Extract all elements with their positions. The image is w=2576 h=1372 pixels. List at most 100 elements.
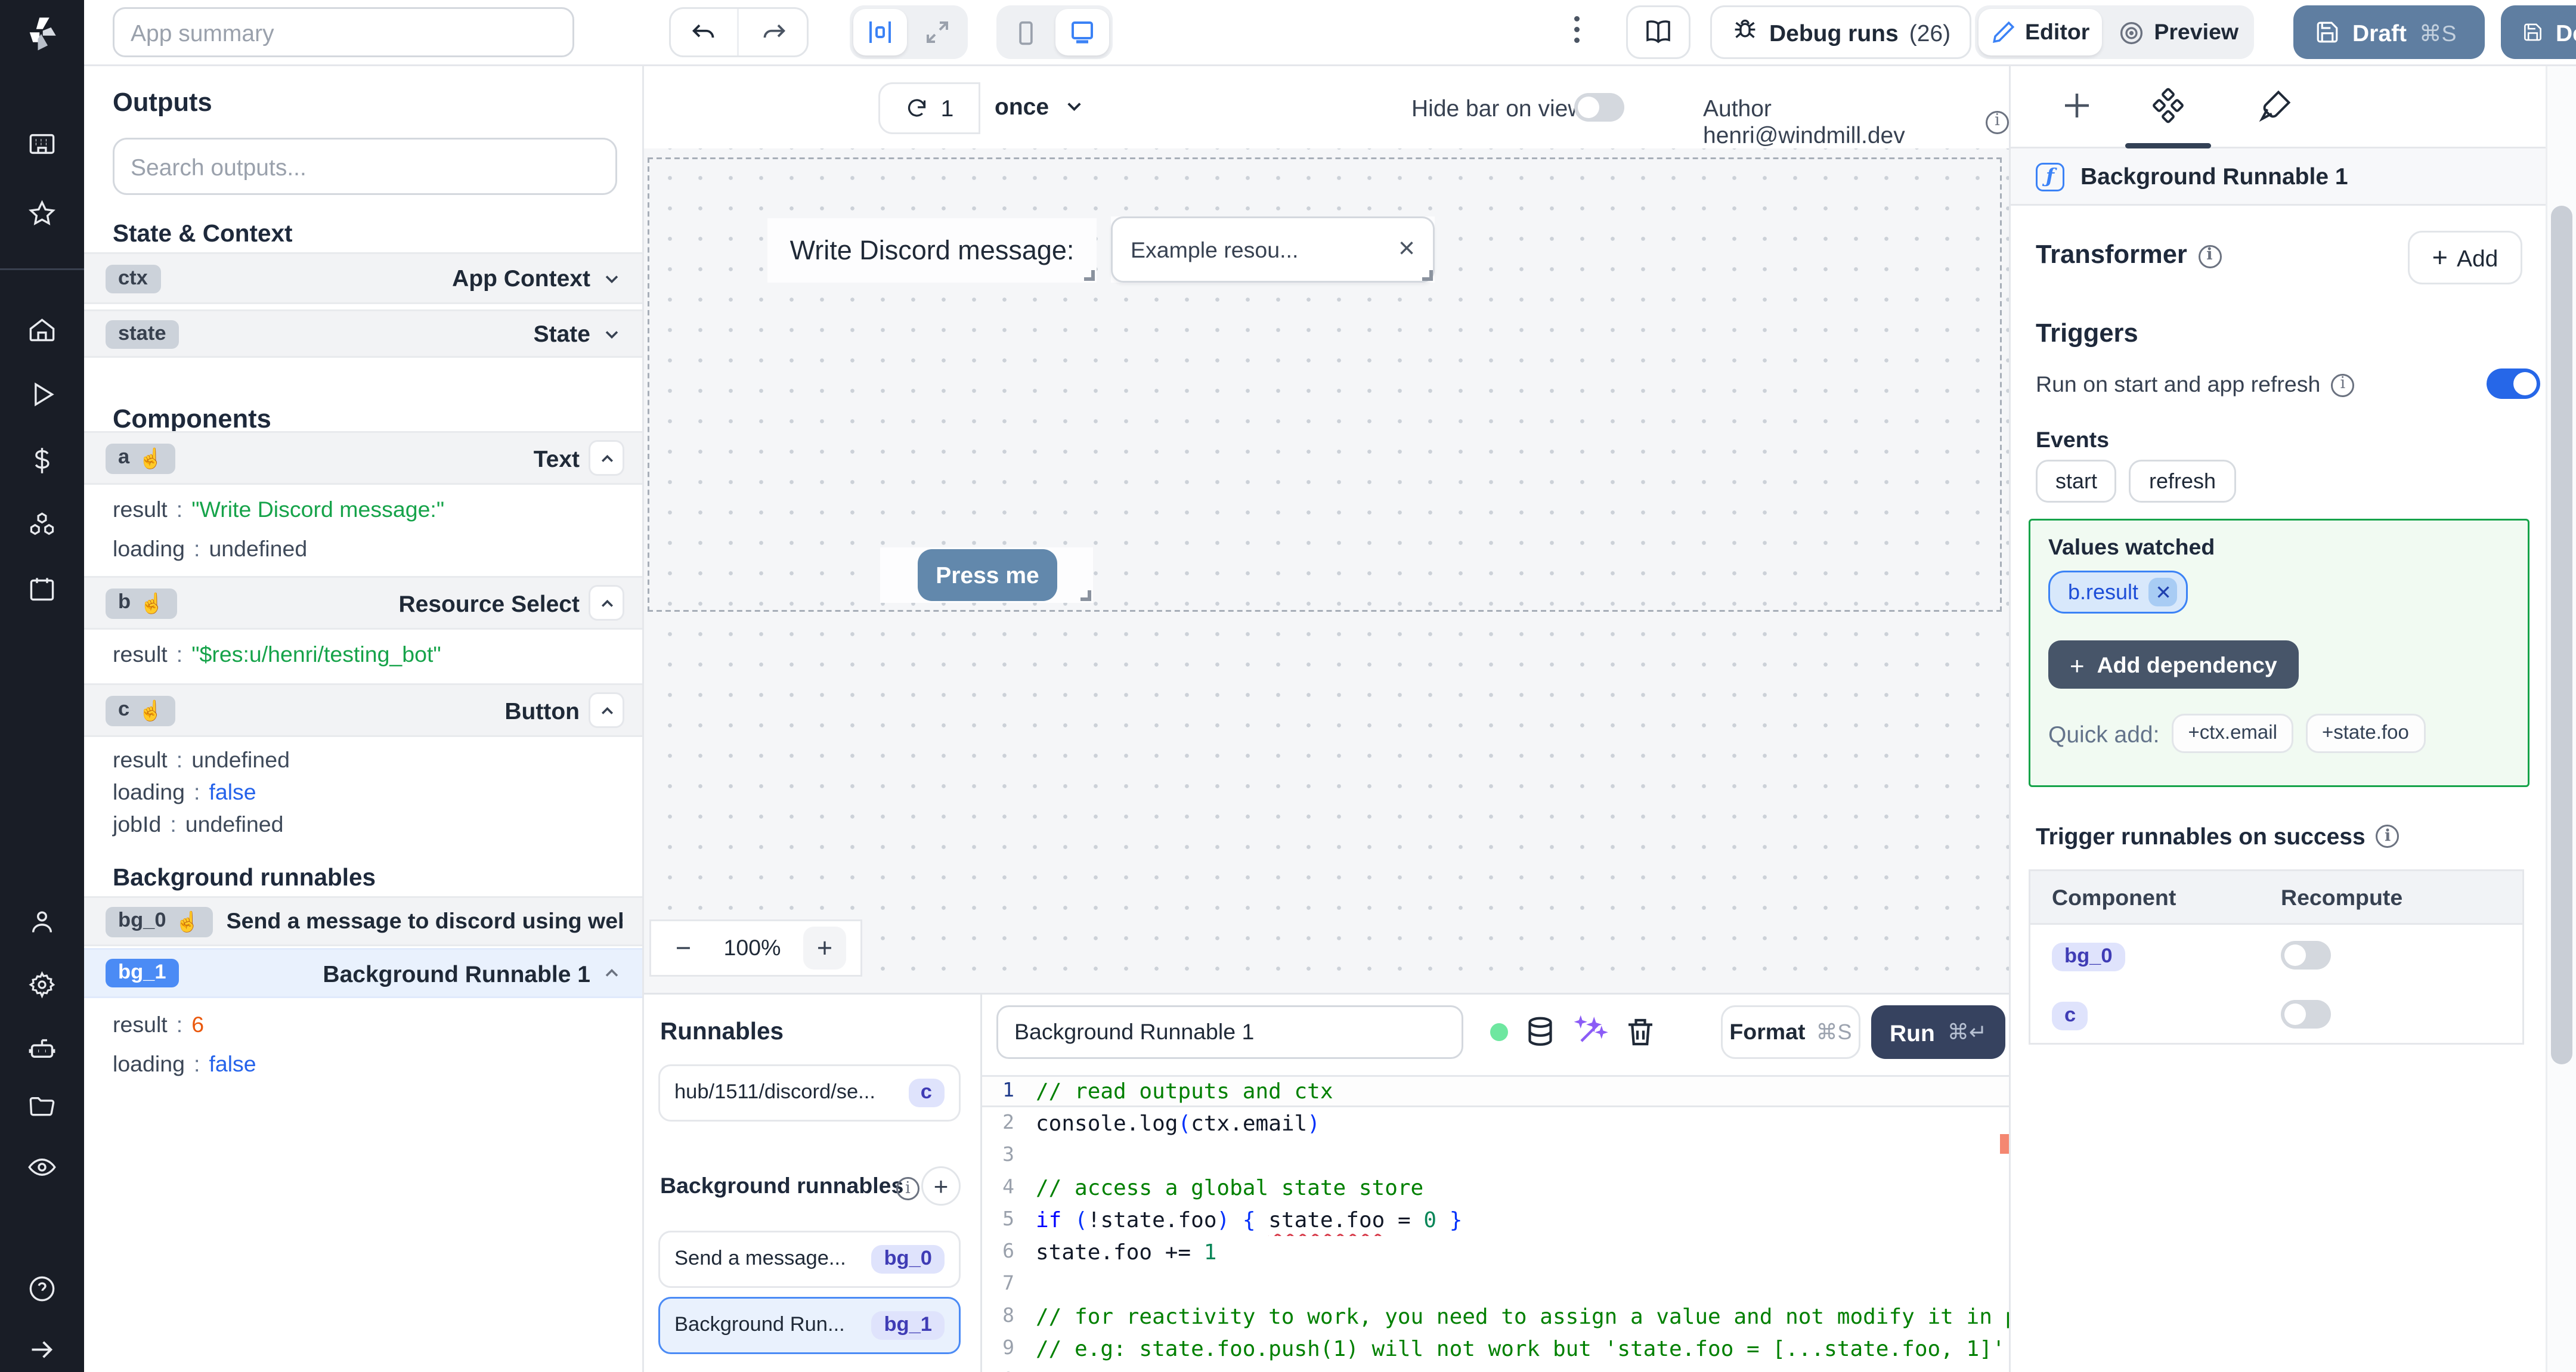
recompute-toggle-c[interactable] bbox=[2281, 999, 2331, 1028]
output-row-c[interactable]: c ☝ Button bbox=[84, 683, 642, 737]
resource-select-component[interactable]: Example resou... × bbox=[1111, 216, 1435, 283]
users-person-icon[interactable] bbox=[27, 907, 57, 937]
zoom-out-button[interactable]: − bbox=[665, 933, 701, 964]
recompute-toggle-bg0[interactable] bbox=[2281, 940, 2331, 969]
code-line-3[interactable]: 3 bbox=[982, 1139, 2009, 1172]
hide-bar-toggle[interactable] bbox=[1574, 93, 1624, 122]
add-bg-runnable-button[interactable]: + bbox=[921, 1166, 961, 1206]
deploy-button[interactable]: Deploy bbox=[2501, 5, 2576, 59]
code-line-1[interactable]: 1// read outputs and ctx bbox=[982, 1075, 2009, 1107]
add-dependency-button[interactable]: + Add dependency bbox=[2048, 640, 2299, 689]
info-icon[interactable]: i bbox=[896, 1177, 919, 1200]
workspace-icon[interactable] bbox=[27, 129, 57, 159]
resize-handle[interactable] bbox=[1080, 590, 1091, 601]
output-row-ctx[interactable]: ctx App Context bbox=[84, 252, 642, 304]
event-chip-refresh[interactable]: refresh bbox=[2129, 460, 2236, 503]
output-row-b[interactable]: b ☝ Resource Select bbox=[84, 576, 642, 630]
home-icon[interactable] bbox=[27, 315, 57, 345]
text-component[interactable]: Write Discord message: bbox=[767, 218, 1097, 283]
variables-dollar-icon[interactable] bbox=[27, 445, 57, 476]
info-icon[interactable]: i bbox=[1986, 110, 2009, 134]
runnable-item-bg1-selected[interactable]: Background Run... bg_1 bbox=[658, 1297, 961, 1354]
output-row-bg1[interactable]: bg_1 Background Runnable 1 bbox=[84, 948, 642, 998]
zoom-in-button[interactable]: + bbox=[803, 927, 846, 970]
run-on-start-toggle[interactable] bbox=[2487, 368, 2540, 399]
code-line-4[interactable]: 4// access a global state store bbox=[982, 1172, 2009, 1204]
tab-preview[interactable]: Preview bbox=[2106, 9, 2251, 55]
more-menu-button[interactable] bbox=[1574, 16, 1581, 48]
undo-button[interactable] bbox=[671, 9, 739, 55]
code-line-5[interactable]: 5 if (!state.foo) { state.foo = 0 } bbox=[982, 1204, 2009, 1236]
ai-wand-icon[interactable] bbox=[1572, 1014, 1608, 1050]
workers-robot-icon[interactable] bbox=[27, 1034, 57, 1064]
runnable-item-badge: bg_0 bbox=[871, 1245, 945, 1274]
collapse-c-button[interactable] bbox=[590, 694, 623, 726]
remove-watched-icon[interactable]: ✕ bbox=[2149, 578, 2178, 606]
runnable-item-bg0[interactable]: Send a message... bg_0 bbox=[658, 1231, 961, 1288]
tab-add-component-plus-icon[interactable] bbox=[2059, 88, 2095, 123]
collapse-b-button[interactable] bbox=[590, 587, 623, 619]
help-icon[interactable] bbox=[27, 1274, 57, 1304]
docs-book-button[interactable] bbox=[1626, 5, 1690, 59]
mobile-view-button[interactable] bbox=[1000, 9, 1052, 55]
draft-button[interactable]: Draft ⌘S bbox=[2293, 5, 2485, 59]
code-line-7[interactable]: 7 bbox=[982, 1268, 2009, 1300]
app-summary-input[interactable] bbox=[113, 7, 574, 57]
folders-icon[interactable] bbox=[27, 1091, 57, 1122]
tab-settings-diamonds-icon[interactable] bbox=[2150, 88, 2186, 123]
format-button[interactable]: Format ⌘S bbox=[1721, 1005, 1860, 1059]
cache-db-icon[interactable] bbox=[1522, 1014, 1558, 1050]
output-row-bg0[interactable]: bg_0 ☝ Send a message to discord using we… bbox=[84, 896, 642, 946]
output-row-state[interactable]: state State bbox=[84, 309, 642, 358]
center-layout-button[interactable] bbox=[853, 9, 907, 55]
debug-runs-button[interactable]: Debug runs (26) bbox=[1710, 5, 1973, 59]
code-line-10[interactable]: 10// you may also just reassign as next … bbox=[982, 1365, 2009, 1372]
resize-handle[interactable] bbox=[1084, 270, 1095, 281]
c-result-value: undefined bbox=[191, 748, 290, 773]
output-row-a[interactable]: a ☝ Text bbox=[84, 431, 642, 485]
info-icon[interactable]: i bbox=[2197, 244, 2221, 268]
info-icon[interactable]: i bbox=[2376, 825, 2399, 848]
add-transformer-button[interactable]: + Add bbox=[2408, 231, 2522, 284]
desktop-view-button[interactable] bbox=[1055, 9, 1109, 55]
code-line-6[interactable]: 6 state.foo += 1 bbox=[982, 1236, 2009, 1268]
redo-button[interactable] bbox=[739, 9, 807, 55]
event-chip-start[interactable]: start bbox=[2036, 460, 2117, 503]
windmill-logo-icon[interactable] bbox=[21, 14, 61, 63]
code-line-2[interactable]: 2 console.log(ctx.email) bbox=[982, 1107, 2009, 1139]
code-line-9[interactable]: 9// e.g: state.foo.push(1) will not work… bbox=[982, 1333, 2009, 1365]
scrollbar-thumb[interactable] bbox=[2551, 206, 2572, 1064]
clear-selection-icon[interactable]: × bbox=[1398, 234, 1415, 264]
collapse-a-button[interactable] bbox=[590, 442, 623, 474]
delete-trash-icon[interactable] bbox=[1623, 1014, 1658, 1050]
code-line-8[interactable]: 8// for reactivity to work, you need to … bbox=[982, 1300, 2009, 1333]
b-result-key: result bbox=[113, 642, 168, 667]
info-icon[interactable]: i bbox=[2331, 373, 2355, 397]
expand-layout-button[interactable] bbox=[911, 9, 964, 55]
resources-cubes-icon[interactable] bbox=[27, 510, 57, 540]
tab-theme-brush-icon[interactable] bbox=[2258, 88, 2293, 123]
collapse-arrow-icon[interactable] bbox=[27, 1334, 57, 1365]
schedules-calendar-icon[interactable] bbox=[27, 574, 57, 605]
app-canvas[interactable]: Write Discord message: Example resou... … bbox=[644, 148, 2009, 993]
run-button[interactable]: Run ⌘↵ bbox=[1871, 1005, 2005, 1059]
runs-play-icon[interactable] bbox=[27, 379, 57, 410]
search-outputs-input[interactable] bbox=[113, 138, 617, 195]
pointer-hand-icon: ☝ bbox=[140, 593, 165, 615]
watched-value-chip[interactable]: b.result ✕ bbox=[2048, 571, 2189, 614]
quick-add-ctx-email[interactable]: +ctx.email bbox=[2172, 714, 2293, 753]
script-name-input[interactable] bbox=[996, 1005, 1463, 1059]
values-watched-title: Values watched bbox=[2048, 535, 2215, 560]
audit-eye-icon[interactable] bbox=[27, 1152, 57, 1182]
favorites-star-icon[interactable] bbox=[27, 199, 57, 229]
quick-add-state-foo[interactable]: +state.foo bbox=[2305, 714, 2425, 753]
window-scrollbar[interactable] bbox=[2546, 66, 2576, 1372]
resize-handle[interactable] bbox=[1422, 270, 1433, 281]
run-mode-select[interactable]: once bbox=[995, 93, 1086, 120]
code-editor[interactable]: 1// read outputs and ctx 2 console.log(ctx… bbox=[982, 1075, 2009, 1372]
settings-gear-icon[interactable] bbox=[27, 970, 57, 1000]
tab-editor[interactable]: Editor bbox=[1979, 9, 2103, 55]
runnable-item-c[interactable]: hub/1511/discord/se... c bbox=[658, 1064, 961, 1122]
press-me-button[interactable]: Press me bbox=[918, 549, 1057, 601]
refresh-count-button[interactable]: 1 bbox=[878, 82, 980, 134]
